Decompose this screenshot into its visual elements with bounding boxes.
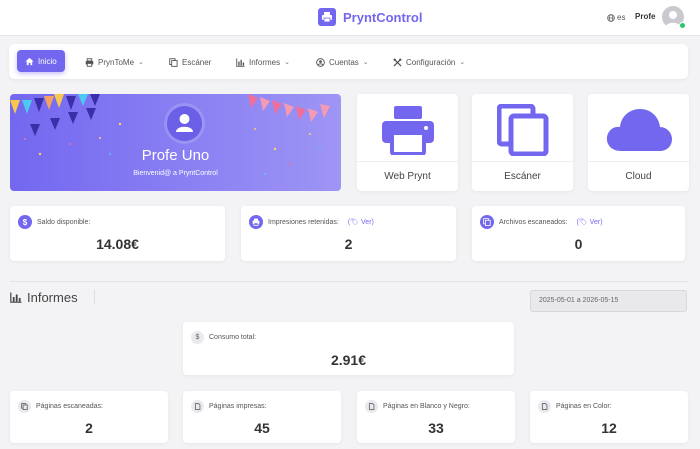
copy-icon	[18, 400, 31, 413]
card-label: Páginas escaneadas:	[36, 403, 103, 410]
reports-title: Informes	[10, 290, 78, 305]
stat-label: Saldo disponible:	[37, 218, 91, 226]
stat-value: 2	[344, 236, 353, 252]
chevron-down-icon: ⌄	[138, 59, 144, 66]
nav-item-cuentas[interactable]: Cuentas ⌄	[316, 55, 369, 69]
bar-chart-icon	[10, 292, 22, 303]
card-value: 12	[601, 420, 617, 436]
welcome-name: Profe Uno	[141, 147, 210, 164]
stat-value: 14.08€	[96, 236, 139, 252]
welcome-avatar	[167, 106, 202, 141]
file-icon	[191, 400, 204, 413]
file-icon	[365, 400, 378, 413]
language-label: es	[617, 13, 626, 22]
bar-chart-icon	[236, 57, 245, 67]
service-label: Escáner	[472, 161, 573, 182]
stat-impresiones: Impresiones retenidas: (🏷 Ver) 2	[241, 206, 456, 261]
card-label: Páginas en Blanco y Negro:	[383, 403, 470, 410]
report-card-color: Páginas en Color: 12	[530, 391, 688, 443]
chevron-down-icon: ⌄	[362, 59, 369, 66]
nav-item-configuracion[interactable]: Configuración ⌄	[393, 55, 465, 69]
file-icon	[538, 400, 551, 413]
welcome-card: Profe Uno Bienvenid@ a PryntControl	[10, 94, 341, 191]
stat-archivos: Archivos escaneados: (🏷 Ver) 0	[472, 206, 685, 261]
card-value: 45	[254, 420, 270, 436]
stat-value: 0	[574, 236, 583, 252]
chevron-down-icon: ⌄	[459, 59, 466, 66]
stat-label: Archivos escaneados:	[499, 218, 568, 226]
printer-icon	[318, 8, 336, 26]
online-status-dot	[679, 22, 686, 29]
divider	[10, 281, 688, 282]
nav-label: PrynToMe	[98, 57, 135, 67]
service-label: Web Prynt	[357, 161, 458, 182]
printer-icon	[249, 215, 263, 229]
chevron-down-icon: ⌄	[284, 59, 290, 66]
stat-label: Impresiones retenidas:	[268, 218, 339, 226]
card-label: Consumo total:	[209, 334, 257, 341]
language-selector[interactable]: es	[607, 13, 625, 22]
nav-label: Escáner	[182, 57, 212, 67]
report-card-impresas: Páginas impresas: 45	[183, 391, 341, 443]
divider	[94, 290, 95, 304]
date-range-input[interactable]: 2025-05-01 a 2026-05-15	[530, 290, 687, 312]
nav-item-escaner[interactable]: Escáner	[169, 55, 211, 69]
home-icon	[25, 57, 34, 65]
service-web-prynt[interactable]: Web Prynt	[357, 94, 458, 191]
nav-label: Inicio	[38, 56, 57, 66]
nav-item-informes[interactable]: Informes ⌄	[236, 55, 290, 69]
nav-label: Informes	[249, 57, 281, 67]
ver-link[interactable]: (🏷 Ver)	[576, 218, 602, 226]
cloud-icon	[606, 109, 672, 151]
report-card-escaneadas: Páginas escaneadas: 2	[10, 391, 168, 443]
total-consumption-card: $ Consumo total: 2.91€	[183, 322, 514, 375]
welcome-subtitle: Bienvenid@ a PryntControl	[133, 170, 218, 177]
card-value: 2	[85, 420, 93, 436]
card-value: 2.91€	[330, 352, 367, 368]
stat-saldo: $ Saldo disponible: 14.08€	[10, 206, 225, 261]
ver-label: Ver	[589, 219, 601, 226]
report-card-blanco-negro: Páginas en Blanco y Negro: 33	[357, 391, 515, 443]
ver-link[interactable]: (🏷 Ver)	[348, 218, 374, 226]
user-circle-icon	[316, 57, 325, 67]
tools-icon	[393, 57, 402, 67]
ver-label: Ver	[361, 219, 372, 226]
user-name[interactable]: Profe	[635, 12, 655, 21]
card-value: 33	[428, 420, 444, 436]
nav-label: Cuentas	[329, 57, 359, 67]
nav-item-pryntome[interactable]: PrynToMe ⌄	[85, 55, 144, 69]
tag-icon: 🏷	[578, 219, 588, 226]
nav-item-inicio[interactable]: Inicio	[17, 50, 65, 72]
brand[interactable]: PryntControl	[318, 8, 422, 26]
dollar-icon: $	[191, 331, 204, 344]
globe-icon	[607, 13, 615, 22]
dollar-icon: $	[18, 215, 32, 229]
service-cloud[interactable]: Cloud	[588, 94, 689, 191]
tag-icon: 🏷	[350, 219, 360, 226]
reports-title-label: Informes	[27, 290, 78, 305]
copy-icon	[169, 57, 178, 67]
printer-icon	[85, 57, 94, 67]
copy-icon	[480, 215, 494, 229]
main-nav: Inicio PrynToMe ⌄ Escáner Informes ⌄ Cue…	[9, 44, 688, 79]
top-bar: PryntControl es Profe	[0, 0, 700, 36]
copy-icon	[496, 104, 548, 156]
nav-label: Configuración	[406, 57, 456, 67]
service-label: Cloud	[588, 161, 689, 182]
brand-name: PryntControl	[343, 9, 423, 25]
card-label: Páginas impresas:	[209, 403, 267, 410]
service-escaner[interactable]: Escáner	[472, 94, 573, 191]
printer-icon	[381, 106, 434, 155]
card-label: Páginas en Color:	[556, 403, 612, 410]
